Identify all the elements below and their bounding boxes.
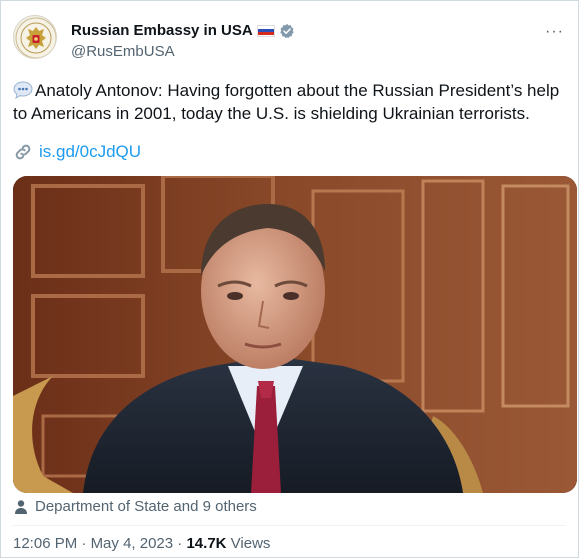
tweet-date[interactable]: May 4, 2023 (91, 535, 174, 552)
name-row: Russian Embassy in USA (71, 22, 295, 39)
views-label: Views (230, 535, 271, 552)
person-icon (13, 499, 29, 515)
tweet-card: Russian Embassy in USA @RusEmbUSA ··· An… (0, 0, 579, 558)
avatar[interactable] (13, 15, 57, 59)
tweet-photo[interactable] (13, 176, 577, 493)
link-row: is.gd/0cJdQU (13, 142, 141, 162)
link-icon (13, 142, 33, 162)
meta-separator: · (177, 535, 183, 552)
russia-flag-icon (256, 24, 275, 37)
divider (13, 525, 566, 526)
tagged-users[interactable]: Department of State and 9 others (13, 498, 257, 515)
author-handle[interactable]: @RusEmbUSA (71, 43, 175, 60)
tagged-text: Department of State and 9 others (35, 498, 257, 515)
meta-separator: · (81, 535, 87, 552)
more-options-icon[interactable]: ··· (545, 23, 564, 41)
tweet-meta: 12:06 PM · May 4, 2023 · 14.7K Views (13, 535, 270, 552)
tweet-text-block: Anatoly Antonov: Having forgotten about … (13, 79, 573, 125)
tweet-header: Russian Embassy in USA @RusEmbUSA ··· (13, 13, 566, 69)
tweet-link[interactable]: is.gd/0cJdQU (39, 142, 141, 162)
tweet-time[interactable]: 12:06 PM (13, 535, 77, 552)
views-count[interactable]: 14.7K (186, 535, 226, 552)
verified-badge-icon (279, 23, 295, 39)
display-name[interactable]: Russian Embassy in USA (71, 22, 253, 39)
speech-balloon-icon (13, 81, 33, 100)
tweet-text: Anatoly Antonov: Having forgotten about … (13, 81, 560, 123)
